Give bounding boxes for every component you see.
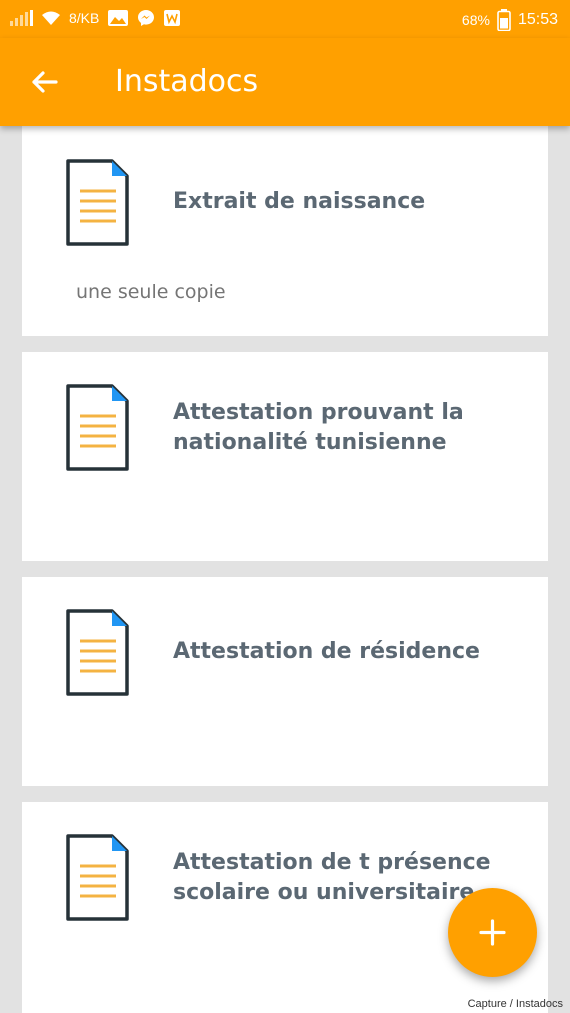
- battery-icon: [497, 9, 511, 31]
- status-bar: 8/KB 68% 15:53: [0, 0, 570, 38]
- app-bar: Instadocs: [0, 38, 570, 126]
- document-card[interactable]: Attestation de résidence: [22, 577, 548, 786]
- plus-icon: [479, 919, 506, 946]
- app-title: Instadocs: [115, 64, 259, 99]
- document-card[interactable]: Extrait de naissance une seule copie: [22, 108, 548, 336]
- image-caption: Capture / Instadocs: [467, 998, 563, 1010]
- network-speed: 8/KB: [69, 10, 100, 26]
- document-icon: [66, 384, 129, 471]
- word-app-icon: [164, 10, 181, 26]
- document-icon: [66, 834, 129, 921]
- document-icon: [66, 609, 129, 696]
- wifi-icon: [42, 11, 60, 25]
- document-title: Attestation prouvant la nationalité tuni…: [173, 400, 464, 455]
- document-subtitle: une seule copie: [76, 281, 226, 303]
- add-document-button[interactable]: [448, 888, 537, 977]
- document-icon: [66, 159, 129, 246]
- back-button[interactable]: [24, 62, 64, 102]
- status-bar-right: 68% 15:53: [462, 9, 558, 31]
- clock: 15:53: [517, 11, 558, 28]
- messenger-icon: [138, 10, 155, 26]
- signal-icon: [10, 10, 33, 26]
- arrow-back-icon: [32, 71, 58, 93]
- document-title: Extrait de naissance: [173, 189, 426, 214]
- gallery-icon: [108, 10, 129, 26]
- battery-percent: 68%: [461, 12, 490, 28]
- document-title: Attestation de résidence: [173, 639, 480, 664]
- document-card[interactable]: Attestation prouvant la nationalité tuni…: [22, 352, 548, 561]
- status-bar-left: 8/KB: [10, 9, 181, 27]
